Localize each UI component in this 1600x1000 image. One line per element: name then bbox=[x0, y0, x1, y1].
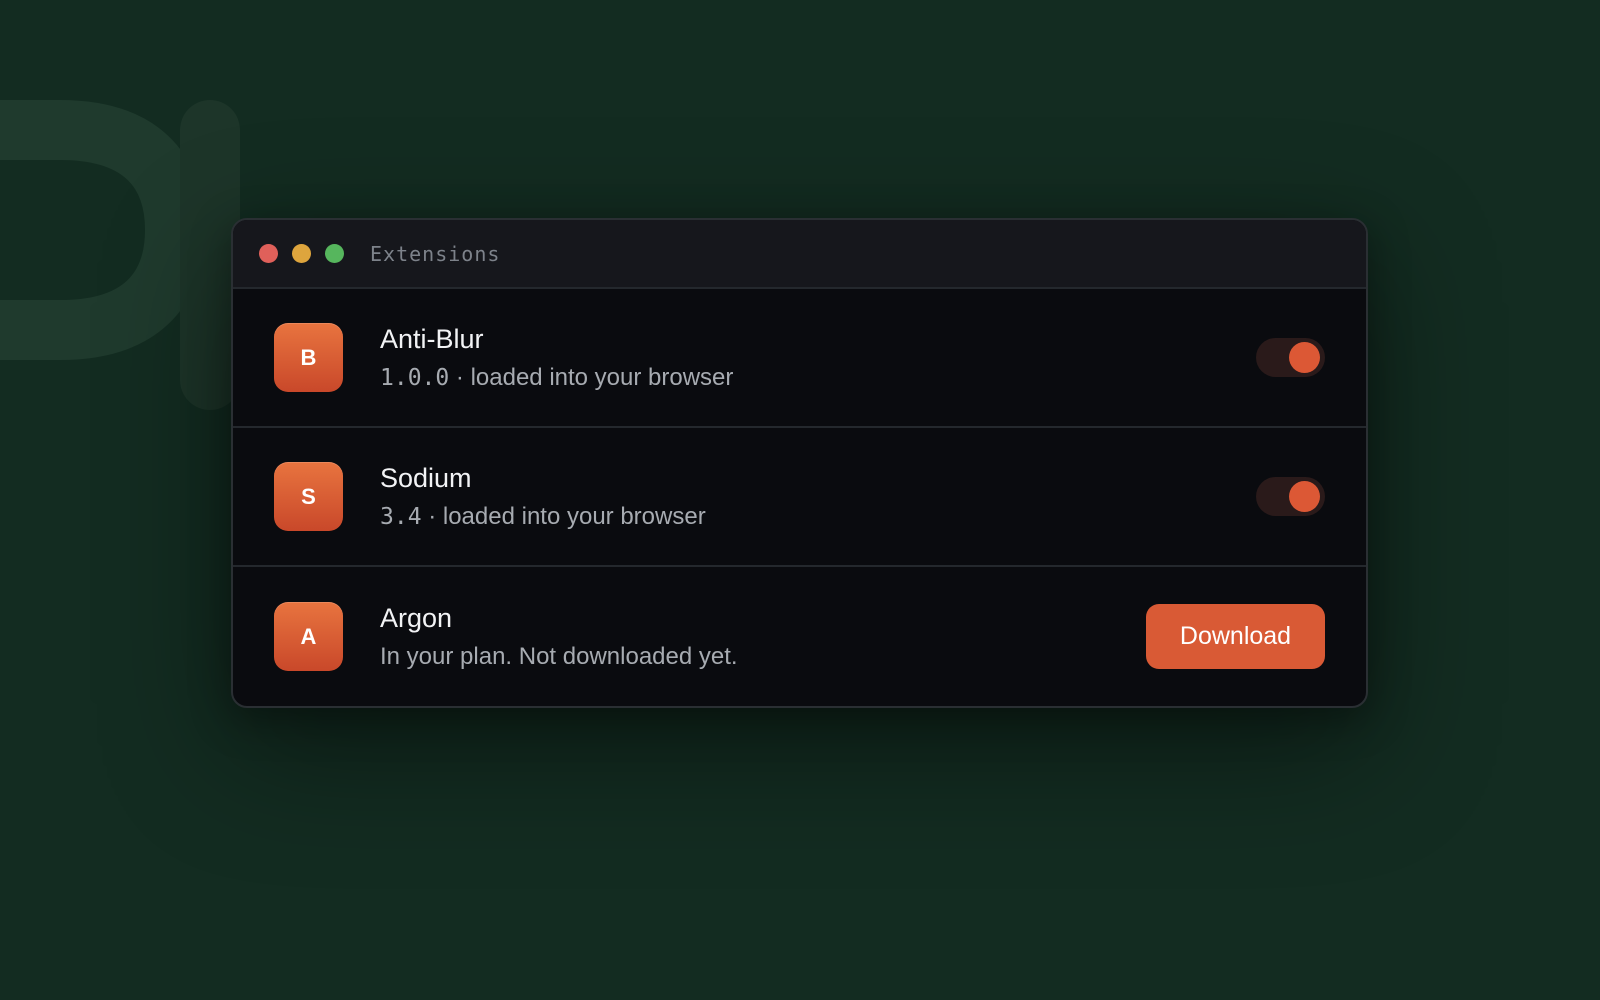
close-window-button[interactable] bbox=[259, 244, 278, 263]
minimize-window-button[interactable] bbox=[292, 244, 311, 263]
extension-version: 3.4 bbox=[380, 503, 422, 530]
extension-meta: 1.0.0 · loaded into your browser bbox=[380, 362, 1256, 394]
extension-status: · loaded into your browser bbox=[449, 363, 734, 391]
window-titlebar: Extensions bbox=[233, 220, 1366, 289]
extensions-window: Extensions B Anti-Blur 1.0.0 · loaded in… bbox=[231, 218, 1368, 708]
extension-enabled-toggle[interactable] bbox=[1256, 477, 1325, 516]
extension-app-icon: A bbox=[274, 602, 343, 671]
extension-row-anti-blur: B Anti-Blur 1.0.0 · loaded into your bro… bbox=[233, 289, 1366, 428]
extension-info: Anti-Blur 1.0.0 · loaded into your brows… bbox=[380, 322, 1256, 394]
extension-info: Argon In your plan. Not downloaded yet. bbox=[380, 601, 1146, 673]
extension-name: Anti-Blur bbox=[380, 323, 484, 354]
extension-name: Sodium bbox=[380, 462, 472, 493]
extension-enabled-toggle[interactable] bbox=[1256, 338, 1325, 377]
extension-version: 1.0.0 bbox=[380, 364, 450, 391]
extension-info: Sodium 3.4 · loaded into your browser bbox=[380, 461, 1256, 533]
window-title: Extensions bbox=[370, 241, 501, 266]
extension-app-icon: B bbox=[274, 323, 343, 392]
extension-app-icon: S bbox=[274, 462, 343, 531]
toggle-knob bbox=[1289, 481, 1320, 512]
extension-name: Argon bbox=[380, 602, 453, 633]
extension-status: · loaded into your browser bbox=[421, 502, 706, 530]
extension-row-sodium: S Sodium 3.4 · loaded into your browser bbox=[233, 428, 1366, 567]
extension-status: In your plan. Not downloaded yet. bbox=[380, 642, 738, 670]
maximize-window-button[interactable] bbox=[325, 244, 344, 263]
background-logo-icon bbox=[0, 100, 240, 410]
extension-row-argon: A Argon In your plan. Not downloaded yet… bbox=[233, 567, 1366, 706]
download-button[interactable]: Download bbox=[1146, 604, 1325, 669]
extension-meta: 3.4 · loaded into your browser bbox=[380, 501, 1256, 533]
toggle-knob bbox=[1289, 342, 1320, 373]
